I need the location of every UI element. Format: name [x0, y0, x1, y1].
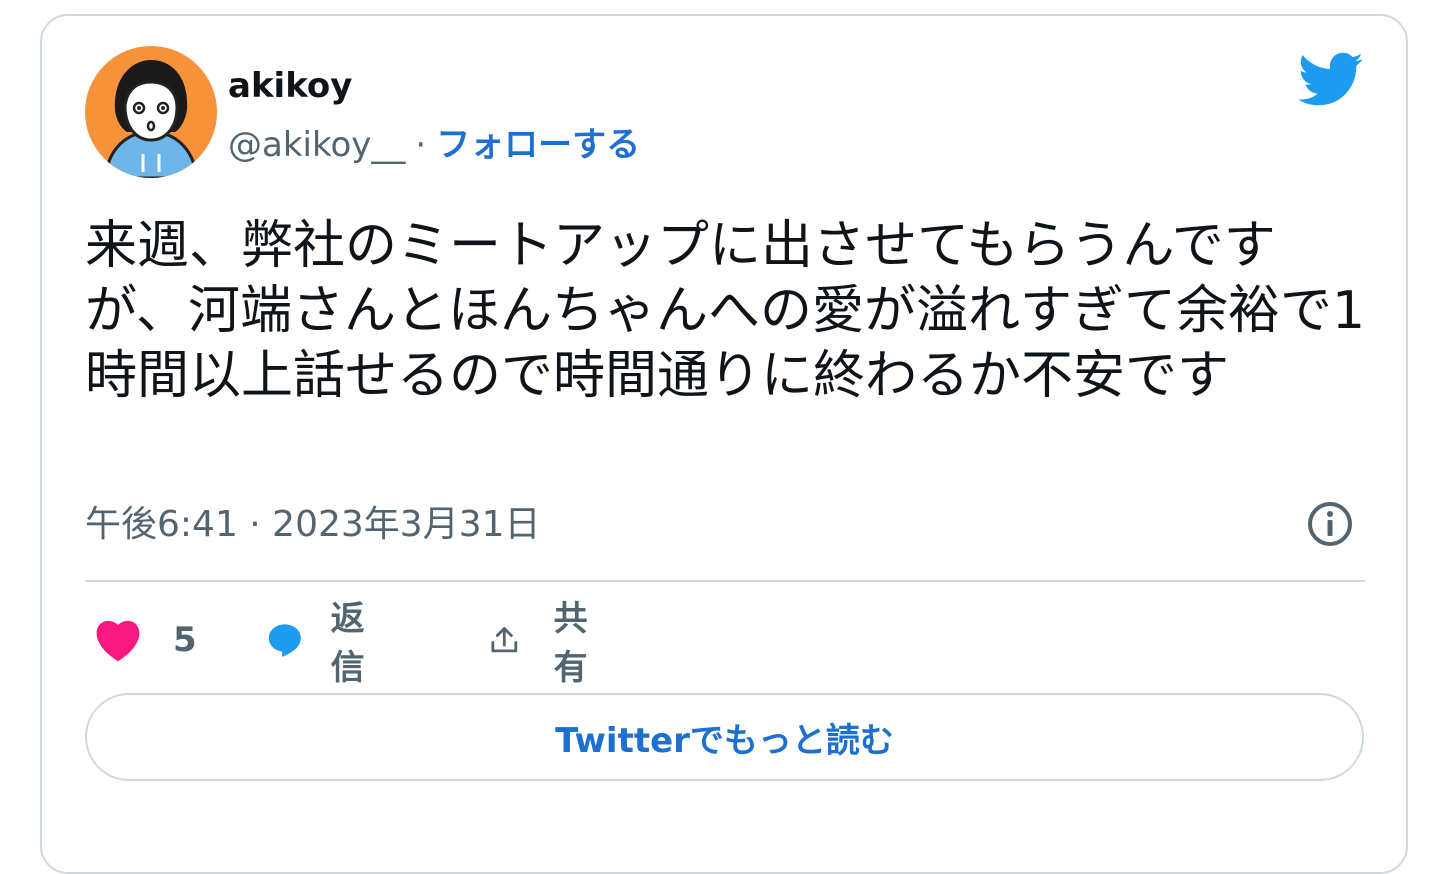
speech-bubble-icon [268, 624, 301, 657]
follow-button[interactable]: フォローする [436, 125, 640, 165]
separator-dot: · [415, 125, 427, 165]
share-button[interactable]: 共有 [489, 599, 601, 688]
like-button[interactable]: 5 [93, 610, 197, 670]
tweet-timestamp[interactable]: 午後6:41 · 2023年3月31日 [85, 500, 541, 550]
avatar[interactable] [85, 46, 217, 178]
share-upload-icon [491, 627, 518, 653]
share-label: 共有 [553, 599, 588, 688]
tweet-text: 来週、弊社のミートアップに出させてもらうんですが、河端さんとほんちゃんへの愛が溢… [85, 216, 1366, 406]
read-more-button[interactable]: Twitterでもっと読む [85, 693, 1364, 781]
user-handle[interactable]: @akikoy__ [228, 125, 405, 165]
heart-icon [96, 620, 140, 662]
display-name[interactable]: akikoy [228, 62, 352, 110]
info-icon[interactable] [1306, 500, 1354, 548]
handle-row: @akikoy__ · フォローする [228, 120, 640, 170]
like-count: 5 [173, 620, 197, 660]
twitter-bird-icon[interactable] [1298, 52, 1364, 108]
divider [85, 580, 1365, 582]
reply-button[interactable]: 返信 [267, 599, 379, 688]
reply-label: 返信 [330, 599, 365, 688]
